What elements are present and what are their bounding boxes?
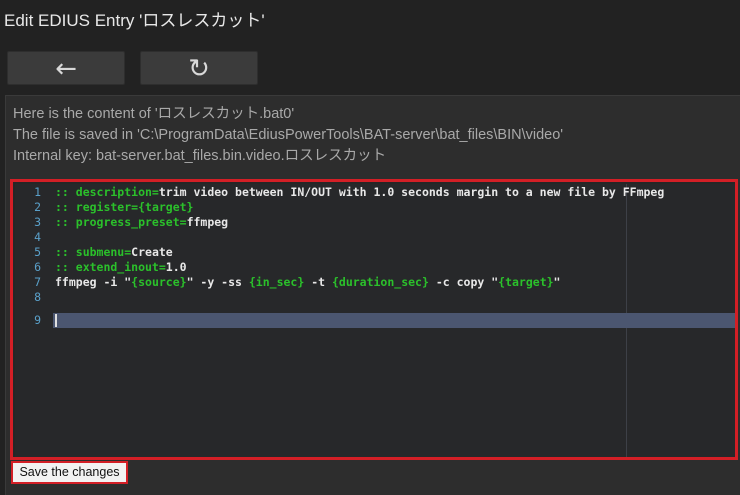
reload-button[interactable]: ↻: [140, 51, 258, 85]
reload-icon: ↻: [188, 54, 210, 84]
code-line[interactable]: 9: [15, 313, 735, 328]
code-token: ffmpeg: [186, 215, 229, 229]
line-number: 4: [34, 230, 41, 244]
code-token: -t: [304, 275, 332, 289]
code-line[interactable]: 2:: register={target}: [15, 200, 735, 215]
code-text: :: extend_inout=1.0: [55, 260, 187, 275]
code-text: :: progress_preset=ffmpeg: [55, 215, 228, 230]
code-text: :: register={target}: [55, 200, 193, 215]
code-token: Create: [131, 245, 173, 259]
page-title: Edit EDIUS Entry 'ロスレスカット': [4, 11, 265, 30]
code-editor[interactable]: 1:: description=trim video between IN/OU…: [10, 179, 738, 460]
code-editor-area[interactable]: 1:: description=trim video between IN/OU…: [15, 184, 735, 457]
internal-key-label: Internal key: bat-server.bat_files.bin.v…: [13, 148, 387, 164]
arrow-left-icon: ←: [55, 54, 77, 84]
line-number: 9: [34, 313, 41, 327]
code-line[interactable]: 5:: submenu=Create: [15, 245, 735, 260]
code-token: ": [553, 275, 561, 289]
line-number: 1: [34, 185, 41, 199]
code-text: :: description=trim video between IN/OUT…: [55, 185, 664, 200]
code-token: -c copy ": [428, 275, 499, 289]
code-directive: :: description=: [55, 185, 159, 199]
code-variable: {duration_sec}: [331, 275, 429, 289]
line-number: 6: [34, 260, 41, 274]
line-number: 5: [34, 245, 41, 259]
code-token: ffmpeg -i ": [55, 275, 132, 289]
code-variable: {source}: [131, 275, 187, 289]
code-variable: {in_sec}: [248, 275, 305, 289]
code-variable: {target}: [498, 275, 554, 289]
file-content-label: Here is the content of 'ロスレスカット.bat0': [13, 106, 295, 122]
line-number: 8: [34, 290, 41, 304]
code-variable: {target}: [138, 200, 194, 214]
code-token: 1.0: [165, 260, 187, 274]
save-changes-button[interactable]: Save the changes: [11, 461, 128, 484]
code-token: trim video between IN/OUT with 1.0 secon…: [158, 185, 665, 199]
file-path-label: The file is saved in 'C:\ProgramData\Edi…: [13, 127, 564, 143]
code-directive: :: progress_preset=: [55, 215, 187, 229]
code-token: " -y -ss: [186, 275, 249, 289]
code-line[interactable]: 3:: progress_preset=ffmpeg: [15, 215, 735, 230]
code-text: :: submenu=Create: [55, 245, 173, 260]
back-button[interactable]: ←: [7, 51, 125, 85]
line-number: 2: [34, 200, 41, 214]
code-directive: :: submenu=: [55, 245, 132, 259]
code-line[interactable]: 1:: description=trim video between IN/OU…: [15, 185, 735, 200]
code-directive: :: extend_inout=: [55, 260, 166, 274]
line-number: 3: [34, 215, 41, 229]
code-text: ffmpeg -i "{source}" -y -ss {in_sec} -t …: [55, 275, 560, 290]
line-number: 7: [34, 275, 41, 289]
file-info: Here is the content of 'ロスレスカット.bat0' Th…: [13, 104, 563, 167]
code-line[interactable]: 7 ffmpeg -i "{source}" -y -ss {in_sec} -t…: [15, 275, 735, 290]
code-line[interactable]: 4: [15, 230, 735, 245]
code-line[interactable]: 6:: extend_inout=1.0: [15, 260, 735, 275]
code-line[interactable]: 8: [15, 290, 735, 305]
code-directive: :: register=: [55, 200, 139, 214]
